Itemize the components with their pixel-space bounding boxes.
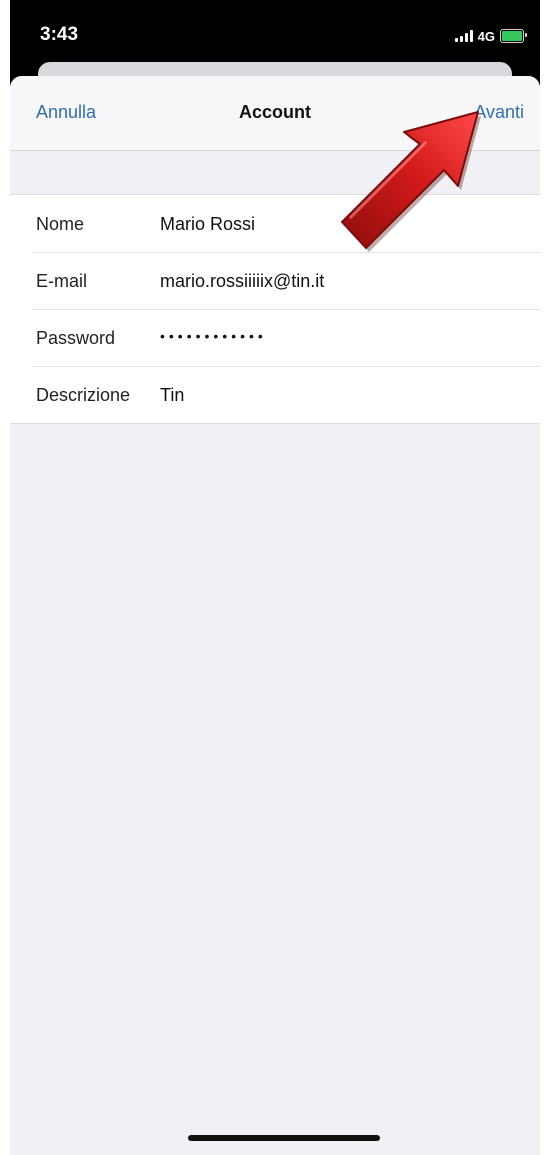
description-label: Descrizione: [36, 385, 131, 405]
email-label: E-mail: [36, 271, 88, 291]
form-row-password[interactable]: Password ••••••••••••: [10, 309, 540, 366]
name-field[interactable]: [160, 212, 520, 236]
name-label: Nome: [36, 214, 85, 234]
password-label: Password: [36, 328, 116, 348]
home-indicator: [188, 1135, 380, 1141]
signal-icon: [454, 30, 473, 42]
status-time: 3:43: [40, 24, 79, 45]
battery-icon: [500, 29, 527, 43]
phone-screen: 3:43 4G Annulla Account Avanti Nome E-ma…: [10, 0, 540, 1155]
account-form: Nome E-mail Password •••••••••••• Descri…: [10, 194, 540, 424]
network-type: 4G: [477, 28, 495, 44]
form-row-description[interactable]: Descrizione: [10, 366, 540, 423]
next-button[interactable]: Avanti: [474, 102, 524, 123]
status-indicators: 4G: [454, 28, 527, 44]
form-row-email[interactable]: E-mail: [10, 252, 540, 309]
navigation-bar: Annulla Account Avanti: [10, 76, 540, 151]
password-field[interactable]: ••••••••••••: [160, 328, 520, 352]
status-bar: 3:43 4G: [10, 0, 540, 62]
email-field[interactable]: [160, 269, 520, 293]
page-title: Account: [239, 102, 311, 122]
account-sheet: Annulla Account Avanti Nome E-mail Passw…: [10, 76, 540, 1155]
form-row-name[interactable]: Nome: [10, 195, 540, 252]
description-field[interactable]: [160, 383, 520, 407]
